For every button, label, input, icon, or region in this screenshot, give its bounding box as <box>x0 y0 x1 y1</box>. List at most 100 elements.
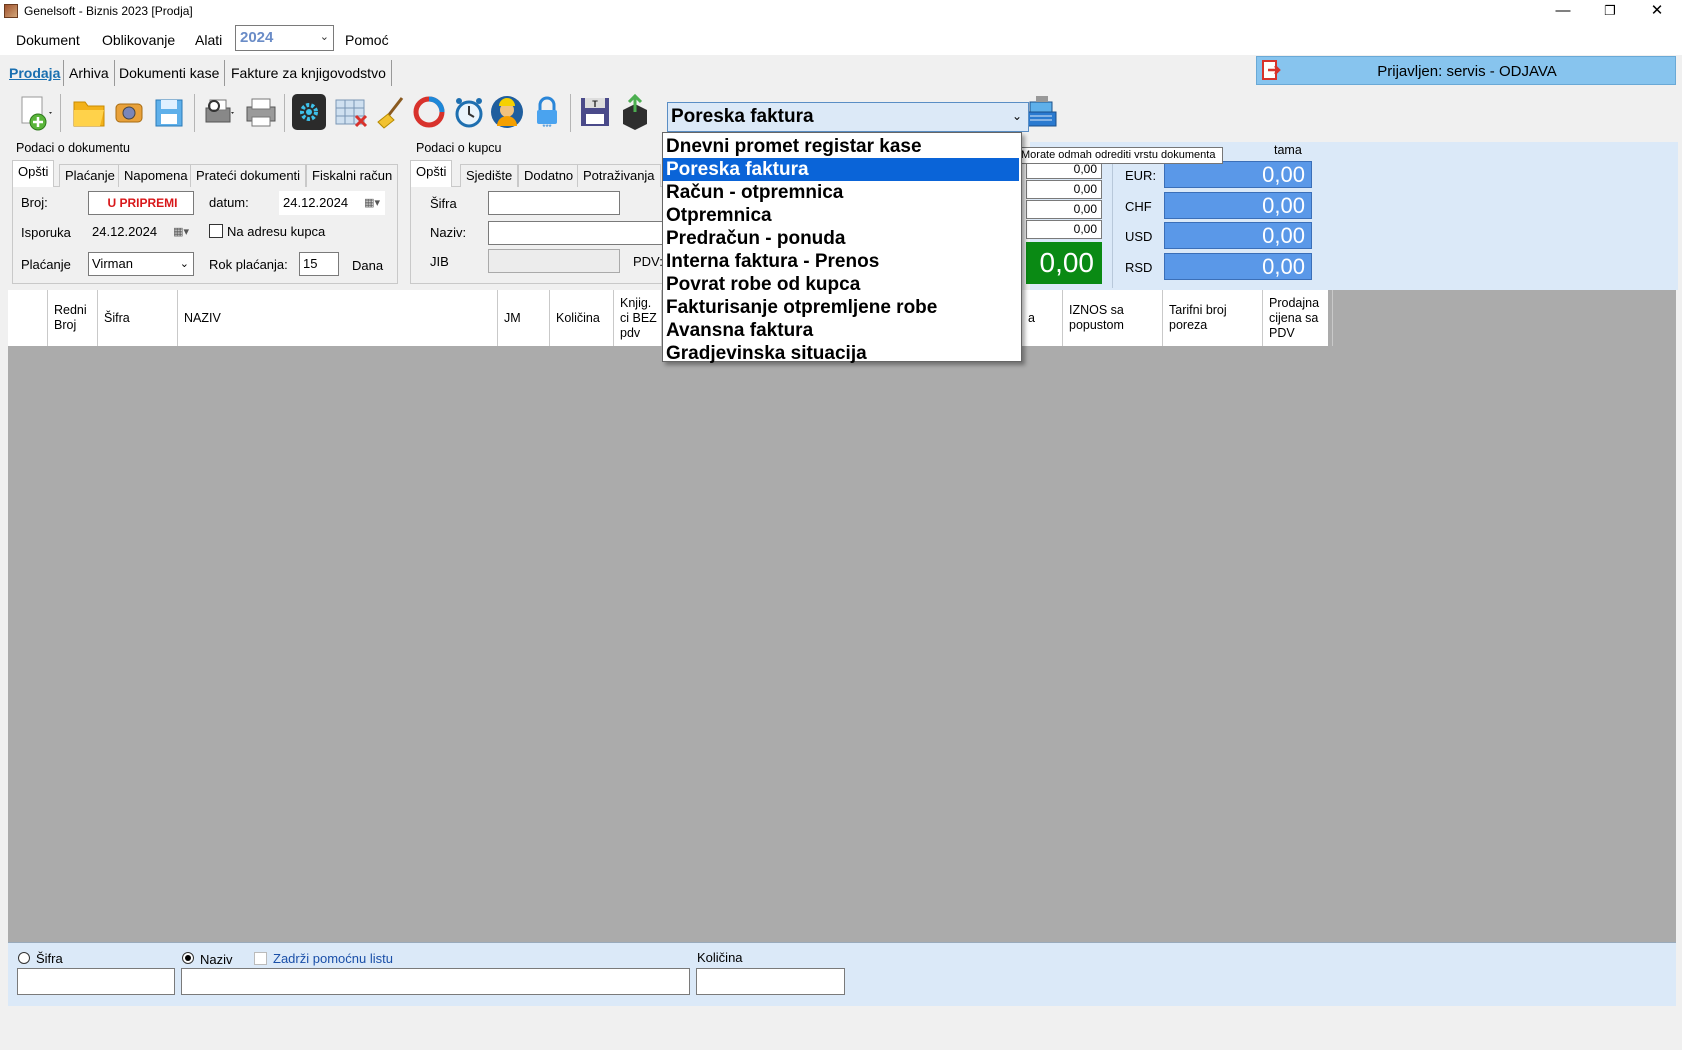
settings-icon[interactable] <box>290 92 328 132</box>
tab-arhiva[interactable]: Arhiva <box>63 60 115 86</box>
kolicina-label: Količina <box>697 950 743 965</box>
svg-text:T: T <box>592 99 598 109</box>
logout-button[interactable]: Prijavljen: servis - ODJAVA <box>1256 56 1676 85</box>
export-box-icon[interactable] <box>616 92 654 132</box>
customer-sifra-field[interactable] <box>488 191 620 215</box>
isporuka-field[interactable]: 24.12.2024 ▦▾ <box>88 220 194 244</box>
placanje-select[interactable]: Virman ⌄ <box>88 252 194 276</box>
open-folder-icon[interactable] <box>70 92 108 132</box>
dana-label: Dana <box>352 258 384 273</box>
tab-fiskalni-racun[interactable]: Fiskalni račun <box>306 164 399 187</box>
option-racun-otpremnica[interactable]: Račun - otpremnica <box>663 181 1019 204</box>
column-prodajna-cijena[interactable]: Prodajna cijena sa PDV <box>1263 290 1333 346</box>
option-fakturisanje-otpremljene[interactable]: Fakturisanje otpremljene robe <box>663 296 1019 319</box>
menu-pomoc[interactable]: Pomoć <box>345 32 389 48</box>
worker-icon[interactable] <box>488 92 526 132</box>
camera-icon[interactable] <box>110 92 148 132</box>
new-document-icon[interactable] <box>16 92 54 132</box>
option-gradjevinska-situacija[interactable]: Gradjevinska situacija <box>663 342 1019 365</box>
isporuka-value: 24.12.2024 <box>92 224 158 239</box>
alarm-clock-icon[interactable] <box>450 92 488 132</box>
kolicina-input[interactable] <box>696 968 845 995</box>
column-jm[interactable]: JM <box>498 290 550 346</box>
option-interna-faktura[interactable]: Interna faktura - Prenos <box>663 250 1019 273</box>
column-sifra[interactable]: Šifra <box>98 290 178 346</box>
document-group-title: Podaci o dokumentu <box>16 141 130 155</box>
customer-jib-label: JIB <box>430 254 449 269</box>
na-adresu-checkbox[interactable] <box>209 224 223 238</box>
totals-header: tama <box>1274 143 1302 157</box>
naziv-radio-label: Naziv <box>200 952 233 967</box>
customer-naziv-field[interactable] <box>488 221 668 245</box>
option-poreska-faktura[interactable]: Poreska faktura <box>663 158 1019 181</box>
option-dnevni-promet[interactable]: Dnevni promet registar kase <box>663 135 1019 158</box>
lock-icon[interactable]: *** <box>528 92 566 132</box>
tab-placanje[interactable]: Plaćanje <box>59 164 121 187</box>
tab-dodatno[interactable]: Dodatno <box>518 164 580 187</box>
broj-field[interactable]: U PRIPREMI <box>88 191 194 215</box>
grid-corner <box>8 290 48 346</box>
option-povrat-robe[interactable]: Povrat robe od kupca <box>663 273 1019 296</box>
tab-potrazivanja[interactable]: Potraživanja <box>577 164 661 187</box>
column-redni-broj[interactable]: Redni Broj <box>48 290 98 346</box>
naziv-radio[interactable] <box>182 952 194 964</box>
title-bar: Genelsoft - Biznis 2023 [Prodja] — ❐ ✕ <box>0 0 1682 23</box>
tab-prodaja[interactable]: Prodaja <box>4 60 65 86</box>
menu-alati[interactable]: Alati <box>195 32 222 48</box>
delete-grid-icon[interactable] <box>332 92 370 132</box>
broom-icon[interactable] <box>372 92 410 132</box>
printer-icon[interactable] <box>242 92 280 132</box>
document-type-dropdown: Dnevni promet registar kase Poreska fakt… <box>662 132 1022 365</box>
year-value: 2024 <box>240 29 274 46</box>
menu-dokument[interactable]: Dokument <box>16 32 80 48</box>
svg-text:***: *** <box>542 123 551 132</box>
option-otpremnica[interactable]: Otpremnica <box>663 204 1019 227</box>
calendar-icon[interactable]: ▦▾ <box>173 221 189 243</box>
print-preview-icon[interactable] <box>200 92 238 132</box>
sifra-search-input[interactable] <box>17 968 175 995</box>
window-title: Genelsoft - Biznis 2023 [Prodja] <box>24 4 193 18</box>
column-naziv[interactable]: NAZIV <box>178 290 498 346</box>
restore-button[interactable]: ❐ <box>1587 0 1633 23</box>
chevron-down-icon: ⌄ <box>1011 109 1022 123</box>
currency-usd-label: USD <box>1125 229 1153 244</box>
chevron-down-icon: ⌄ <box>179 258 189 270</box>
column-kolicina[interactable]: Količina <box>550 290 614 346</box>
rok-placanja-field[interactable]: 15 <box>299 252 339 276</box>
column-partial[interactable]: a <box>1022 290 1063 346</box>
tab-napomena[interactable]: Napomena <box>118 164 194 187</box>
tab-dokumenti-kase[interactable]: Dokumenti kase <box>114 60 226 86</box>
close-button[interactable]: ✕ <box>1634 0 1680 23</box>
items-grid[interactable] <box>8 290 1676 942</box>
column-tarifni-broj[interactable]: Tarifni broj poreza <box>1163 290 1263 346</box>
na-adresu-label: Na adresu kupca <box>227 224 326 239</box>
zadrzi-label: Zadrži pomoćnu listu <box>273 951 393 966</box>
column-iznos-sa-popustom[interactable]: IZNOS sa popustom <box>1063 290 1163 346</box>
customer-jib-field[interactable] <box>488 249 620 273</box>
tab-customer-opsti[interactable]: Opšti <box>410 160 453 187</box>
tab-sjediste[interactable]: Sjedište <box>460 164 519 187</box>
naziv-search-input[interactable] <box>181 968 690 995</box>
tab-prateci-dokumenti[interactable]: Prateći dokumenti <box>190 164 307 187</box>
save-icon[interactable] <box>150 92 188 132</box>
calendar-icon[interactable]: ▦▾ <box>364 192 380 214</box>
text-save-icon[interactable]: T <box>576 92 614 132</box>
currency-rsd-label: RSD <box>1125 260 1153 275</box>
year-select[interactable]: 2024 ⌄ <box>235 25 334 51</box>
currency-chf-value: 0,00 <box>1164 192 1312 219</box>
total-cell-2: 0,00 <box>1026 180 1102 199</box>
tab-opsti[interactable]: Opšti <box>12 160 55 187</box>
tab-fakture-za-knjigovodstvo[interactable]: Fakture za knjigovodstvo <box>226 60 392 86</box>
refresh-icon[interactable] <box>410 92 448 132</box>
document-type-select[interactable]: Poreska faktura ⌄ <box>667 102 1029 132</box>
column-knjig-cijena[interactable]: Knjig. ci BEZ pdv <box>614 290 662 346</box>
zadrzi-checkbox[interactable] <box>254 952 267 965</box>
total-cell-4: 0,00 <box>1026 220 1102 239</box>
minimize-button[interactable]: — <box>1540 0 1586 23</box>
menu-oblikovanje[interactable]: Oblikovanje <box>102 32 175 48</box>
sifra-radio[interactable] <box>18 952 30 964</box>
option-avansna-faktura[interactable]: Avansna faktura <box>663 319 1019 342</box>
currency-eur-label: EUR: <box>1125 168 1157 183</box>
option-predracun-ponuda[interactable]: Predračun - ponuda <box>663 227 1019 250</box>
datum-field[interactable]: 24.12.2024 ▦▾ <box>279 191 385 215</box>
